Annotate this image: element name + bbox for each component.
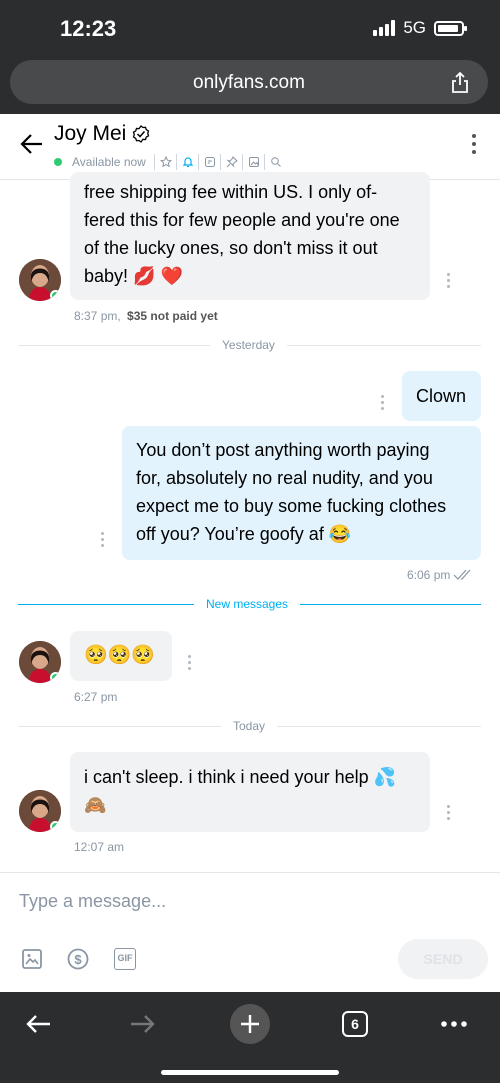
message-line: off you? You’re goofy af 😂: [136, 524, 352, 544]
price-status: $35 not paid yet: [127, 309, 218, 323]
incoming-message[interactable]: i can't sleep. i think i need your help …: [70, 752, 430, 832]
status-time: 12:23: [60, 16, 117, 41]
message-composer: Type a message... $ GIF SEND: [0, 872, 500, 992]
incoming-message[interactable]: 🥺🥺🥺: [70, 631, 172, 681]
address-bar[interactable]: onlyfans.com: [10, 60, 488, 104]
message-text: Clown: [416, 386, 467, 406]
message-options-icon[interactable]: [188, 655, 191, 670]
image-upload-icon[interactable]: [21, 948, 43, 970]
tab-count[interactable]: 6: [342, 1011, 368, 1037]
outgoing-message[interactable]: You don’t post anything worth paying for…: [122, 426, 481, 560]
online-indicator: [50, 290, 61, 301]
tip-dollar-icon[interactable]: $: [67, 948, 89, 970]
tabs-button[interactable]: 6: [335, 1004, 375, 1044]
message-time: 8:37 pm,: [74, 309, 121, 323]
message-meta: 8:37 pm, $35 not paid yet: [74, 309, 218, 323]
message-line: fered this for few people and you're one: [84, 210, 400, 230]
svg-text:$: $: [74, 952, 82, 967]
message-time: 6:06 pm: [407, 568, 451, 582]
search-icon[interactable]: [263, 154, 284, 170]
avatar[interactable]: [19, 641, 61, 683]
status-bar: 12:23 5G: [0, 0, 500, 56]
message-time: 6:27 pm: [74, 690, 118, 704]
message-options-icon[interactable]: [101, 532, 104, 547]
star-icon[interactable]: [153, 154, 174, 170]
gif-icon[interactable]: GIF: [114, 948, 136, 970]
nav-forward-icon[interactable]: [123, 1004, 163, 1044]
contact-name[interactable]: Joy Mei: [54, 122, 150, 146]
message-line: for, absolutely no real nudity, and you: [136, 468, 433, 488]
chat-tools: [152, 154, 284, 170]
date-divider-label: Yesterday: [210, 338, 287, 352]
online-indicator: [54, 158, 62, 166]
send-button[interactable]: SEND: [398, 939, 488, 979]
chat-header: Joy Mei Available now: [0, 114, 500, 180]
nav-back-icon[interactable]: [18, 1004, 58, 1044]
message-line: i can't sleep. i think i need your help …: [84, 767, 397, 787]
battery-icon: [434, 20, 467, 36]
back-arrow-icon[interactable]: [18, 130, 46, 158]
message-options-icon[interactable]: [447, 273, 450, 288]
status-indicators: 5G: [373, 18, 467, 38]
media-icon[interactable]: [241, 154, 262, 170]
message-line: free shipping fee within US. I only of-: [84, 182, 378, 202]
url-text[interactable]: onlyfans.com: [10, 72, 488, 94]
message-line: of the lucky ones, so don't miss it out: [84, 238, 378, 258]
avatar[interactable]: [19, 259, 61, 301]
new-messages-label: New messages: [194, 597, 301, 611]
message-options-icon[interactable]: [381, 395, 384, 410]
avatar[interactable]: [19, 790, 61, 832]
note-icon[interactable]: [197, 154, 218, 170]
network-label: 5G: [403, 18, 426, 37]
share-icon[interactable]: [450, 71, 470, 93]
message-input[interactable]: Type a message...: [19, 891, 166, 912]
signal-icon: [373, 20, 396, 36]
home-indicator: [161, 1070, 339, 1075]
message-time: 12:07 am: [74, 840, 125, 854]
availability-row: Available now: [54, 154, 284, 170]
message-line: baby! 💋 ❤️: [84, 266, 183, 286]
new-tab-icon[interactable]: [230, 1004, 270, 1044]
contact-name-text[interactable]: Joy Mei: [54, 122, 126, 146]
message-line: 🙈: [84, 795, 107, 815]
more-options-icon[interactable]: [472, 134, 476, 154]
message-options-icon[interactable]: [447, 805, 450, 820]
bell-icon[interactable]: [175, 154, 196, 170]
date-divider-label: Today: [221, 719, 278, 733]
online-indicator: [50, 672, 61, 683]
availability-text: Available now: [72, 155, 146, 169]
incoming-message[interactable]: free shipping fee within US. I only of- …: [70, 172, 430, 300]
verified-icon: [133, 125, 150, 143]
online-indicator: [50, 821, 61, 832]
browser-toolbar: onlyfans.com: [0, 56, 500, 114]
message-line: You don’t post anything worth paying: [136, 440, 430, 460]
pin-icon[interactable]: [219, 154, 240, 170]
outgoing-message[interactable]: Clown: [402, 371, 481, 421]
menu-icon[interactable]: [434, 1004, 474, 1044]
read-receipt-icon: [453, 569, 471, 580]
message-text: 🥺🥺🥺: [84, 645, 155, 666]
message-meta: 6:06 pm: [407, 568, 475, 582]
message-line: expect me to buy some fucking clothes: [136, 496, 447, 516]
